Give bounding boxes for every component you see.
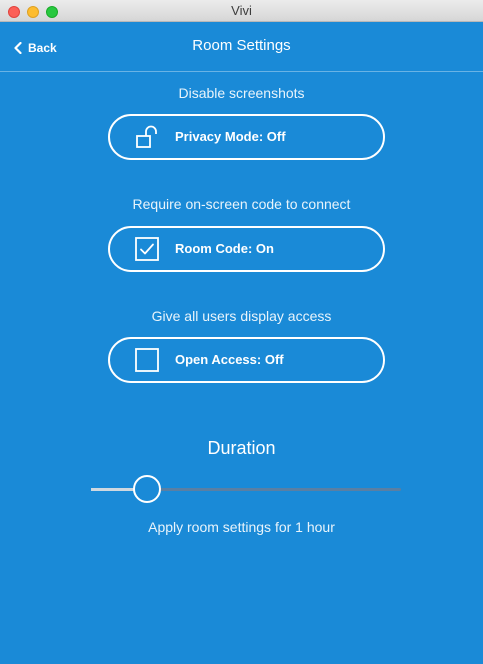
duration-slider-thumb[interactable]: [132, 475, 161, 503]
duration-caption: Apply room settings for 1 hour: [148, 519, 335, 535]
open-access-description: Give all users display access: [151, 308, 332, 324]
navigation-bar: Back Room Settings: [0, 22, 483, 72]
page-title: Room Settings: [192, 37, 291, 54]
room-code-label: Room Code: On: [175, 241, 274, 256]
room-code-description: Require on-screen code to connect: [132, 196, 351, 212]
empty-checkbox-icon: [135, 348, 159, 372]
checked-checkbox-icon: [135, 237, 159, 261]
open-access-toggle-button[interactable]: Open Access: Off: [108, 337, 385, 383]
duration-slider[interactable]: [91, 475, 401, 503]
room-code-toggle-button[interactable]: Room Code: On: [108, 226, 385, 272]
unlocked-padlock-icon: [136, 125, 157, 148]
privacy-mode-toggle-button[interactable]: Privacy Mode: Off: [108, 114, 385, 160]
privacy-mode-description: Disable screenshots: [178, 85, 305, 101]
app-window: Vivi Back Room Settings Disable screensh…: [0, 0, 483, 664]
open-access-label: Open Access: Off: [175, 352, 284, 367]
duration-heading: Duration: [207, 438, 276, 458]
window-title: Vivi: [231, 3, 252, 18]
privacy-mode-label: Privacy Mode: Off: [175, 129, 286, 144]
window-titlebar: Vivi: [0, 0, 483, 22]
